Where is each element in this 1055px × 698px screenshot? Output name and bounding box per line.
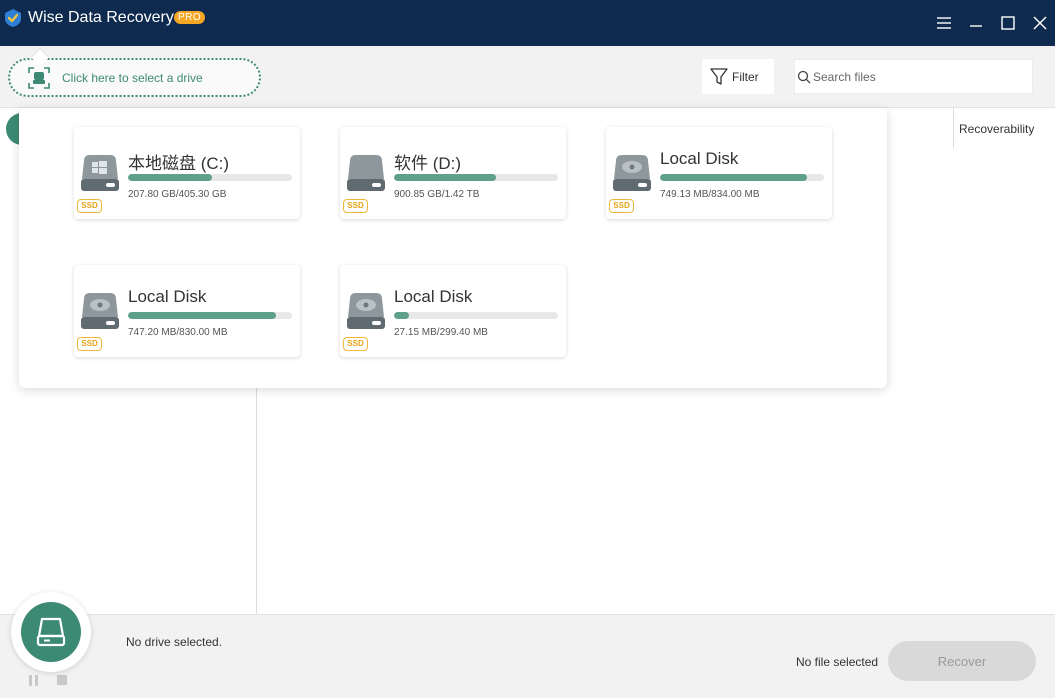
drive-usage-bar: [128, 312, 292, 319]
current-drive-button[interactable]: [11, 592, 91, 672]
minimize-icon: [970, 25, 982, 27]
drive-usage-fill: [394, 174, 496, 181]
pro-badge: PRO: [174, 11, 206, 24]
drive-card[interactable]: SSD Local Disk 27.15 MB/299.40 MB: [340, 265, 566, 357]
drive-selection-popup: SSD 本地磁盘 (C:) 207.80 GB/405.30 GB SSD 软件…: [19, 108, 887, 388]
drive-name: Local Disk: [660, 149, 739, 168]
app-logo-icon: [5, 9, 21, 27]
windows-drive-icon: [81, 155, 119, 191]
drive-usage-fill: [660, 174, 808, 181]
pause-icon[interactable]: [28, 675, 40, 686]
drive-size: 747.20 MB/830.00 MB: [128, 327, 228, 338]
ssd-badge: SSD: [343, 199, 368, 213]
hard-drive-icon: [81, 293, 119, 329]
drive-size: 749.13 MB/834.00 MB: [660, 189, 760, 200]
drive-size: 27.15 MB/299.40 MB: [394, 327, 488, 338]
drive-card[interactable]: SSD 本地磁盘 (C:) 207.80 GB/405.30 GB: [74, 127, 300, 219]
menu-icon: [937, 17, 951, 29]
drive-usage-fill: [128, 312, 276, 319]
drive-usage-bar: [394, 174, 558, 181]
file-status-text: No file selected: [796, 655, 879, 669]
drive-size: 207.80 GB/405.30 GB: [128, 189, 227, 200]
recover-button[interactable]: Recover: [888, 641, 1036, 681]
toolbar: Click here to select a drive Filter: [0, 46, 1055, 108]
drive-usage-fill: [394, 312, 409, 319]
drive-usage-fill: [128, 174, 213, 181]
close-button[interactable]: [1028, 11, 1052, 35]
stop-icon[interactable]: [57, 675, 67, 685]
filter-button[interactable]: Filter: [702, 59, 774, 94]
drive-status-text: No drive selected.: [126, 635, 223, 649]
ssd-badge: SSD: [609, 199, 634, 213]
column-header-recoverability[interactable]: Recoverability: [953, 108, 1055, 148]
drive-card[interactable]: SSD Local Disk 747.20 MB/830.00 MB: [74, 265, 300, 357]
drive-name: 本地磁盘 (C:): [128, 154, 230, 173]
ssd-badge: SSD: [77, 337, 102, 351]
ssd-badge: SSD: [77, 199, 102, 213]
search-icon: [797, 70, 811, 84]
drive-name: Local Disk: [128, 287, 207, 306]
filter-icon: [710, 68, 728, 85]
select-drive-button[interactable]: Click here to select a drive: [8, 58, 261, 97]
drive-card[interactable]: SSD Local Disk 749.13 MB/834.00 MB: [606, 127, 832, 219]
hard-drive-icon: [613, 155, 651, 191]
drive-usage-bar: [660, 174, 824, 181]
hard-drive-icon: [347, 293, 385, 329]
drive-scan-icon: [28, 67, 50, 89]
search-box: [794, 59, 1033, 94]
menu-button[interactable]: [932, 11, 956, 35]
ssd-badge: SSD: [343, 337, 368, 351]
maximize-icon: [1001, 16, 1015, 30]
filter-label: Filter: [732, 70, 759, 84]
column-header-label: Recoverability: [959, 122, 1035, 136]
drive-size: 900.85 GB/1.42 TB: [394, 189, 480, 200]
minimize-button[interactable]: [964, 11, 988, 35]
drive-card[interactable]: SSD 软件 (D:) 900.85 GB/1.42 TB: [340, 127, 566, 219]
title-bar: Wise Data Recovery PRO: [0, 0, 1055, 46]
app-title: Wise Data Recovery: [28, 9, 174, 26]
current-drive-circle: [21, 602, 81, 662]
select-drive-label: Click here to select a drive: [62, 71, 203, 85]
drive-name: 软件 (D:): [394, 154, 462, 173]
drive-usage-bar: [394, 312, 558, 319]
drive-usage-bar: [128, 174, 292, 181]
search-input[interactable]: [813, 66, 1023, 88]
close-icon: [1033, 16, 1047, 30]
drive-icon: [36, 617, 66, 647]
maximize-button[interactable]: [996, 11, 1020, 35]
hard-drive-icon: [347, 155, 385, 191]
drive-name: Local Disk: [394, 287, 473, 306]
